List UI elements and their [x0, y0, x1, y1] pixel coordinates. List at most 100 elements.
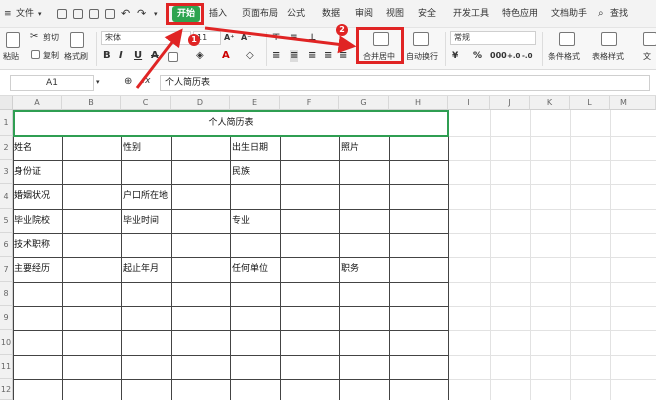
cell-id-label[interactable]: 身份证 [14, 160, 41, 184]
align-middle-icon[interactable]: ≡ [290, 32, 298, 44]
cell-gender-label[interactable]: 性别 [123, 136, 141, 160]
paste-label[interactable]: 粘贴 [3, 51, 19, 62]
column-header[interactable]: C [121, 96, 171, 110]
row-header[interactable]: 4 [0, 184, 13, 209]
format-painter-button[interactable]: 格式刷 [64, 51, 88, 62]
copy-button[interactable]: 复制 [43, 50, 59, 61]
cell-marital-label[interactable]: 婚姻状况 [14, 184, 50, 209]
table-style-button[interactable]: 表格样式 [592, 51, 624, 62]
row-header[interactable]: 11 [0, 355, 13, 379]
row-header[interactable]: 8 [0, 282, 13, 306]
column-header[interactable]: A [13, 96, 62, 110]
column-header[interactable]: K [530, 96, 570, 110]
file-menu[interactable]: 文件 [16, 0, 34, 28]
column-header[interactable]: H [389, 96, 448, 110]
undo-icon[interactable]: ↶ [121, 0, 130, 28]
row-header[interactable]: 2 [0, 136, 13, 160]
wrap-text-icon[interactable] [413, 32, 429, 46]
row-header[interactable]: 1 [0, 110, 13, 136]
column-header[interactable]: G [339, 96, 389, 110]
font-color-icon[interactable]: A [222, 50, 230, 62]
align-left-icon[interactable]: ≡ [272, 50, 280, 62]
tab-doc-assistant[interactable]: 文档助手 [551, 0, 587, 28]
italic-icon[interactable]: I [119, 50, 123, 62]
tab-review[interactable]: 审阅 [355, 0, 373, 28]
cell-birth-label[interactable]: 出生日期 [232, 136, 268, 160]
row-header[interactable]: 7 [0, 257, 13, 282]
decrease-decimal-icon[interactable]: -.0 [522, 50, 532, 62]
cell-experience-label[interactable]: 主要经历 [14, 257, 50, 282]
row-header[interactable]: 12 [0, 379, 13, 400]
name-box[interactable]: A1 [10, 75, 94, 91]
fill-color-icon[interactable]: ◈ [196, 50, 204, 62]
redo-icon[interactable]: ↷ [137, 0, 146, 28]
formula-input[interactable]: 个人简历表 [160, 75, 650, 91]
cell-position-label[interactable]: 职务 [341, 257, 359, 282]
tab-security[interactable]: 安全 [418, 0, 436, 28]
name-box-dropdown-icon[interactable]: ▾ [96, 78, 100, 86]
doc-icon[interactable] [643, 32, 656, 46]
cell-grad-time-label[interactable]: 毕业时间 [123, 209, 159, 233]
tab-insert[interactable]: 插入 [209, 0, 227, 28]
column-header[interactable]: B [62, 96, 121, 110]
strikethrough-icon[interactable]: A [151, 50, 159, 62]
cell-period-label[interactable]: 起止年月 [123, 257, 159, 282]
tab-page-layout[interactable]: 页面布局 [242, 0, 278, 28]
percent-icon[interactable]: % [473, 50, 482, 62]
row-header[interactable]: 3 [0, 160, 13, 184]
column-header[interactable]: E [230, 96, 280, 110]
align-bottom-icon[interactable]: ⊥ [308, 32, 316, 44]
search-icon[interactable]: ⌕ [598, 0, 604, 28]
column-header[interactable]: D [171, 96, 230, 110]
tab-formula[interactable]: 公式 [287, 0, 305, 28]
cell-employer-label[interactable]: 任何单位 [232, 257, 268, 282]
column-header[interactable]: F [280, 96, 339, 110]
fx-icon[interactable]: fx [142, 76, 151, 86]
cell-name-label[interactable]: 姓名 [14, 136, 32, 160]
column-header[interactable]: M [610, 96, 656, 110]
cut-button[interactable]: 剪切 [43, 32, 59, 43]
select-all-corner[interactable] [0, 96, 13, 110]
zoom-icon[interactable]: ⊕ [124, 76, 132, 87]
column-header[interactable]: J [490, 96, 530, 110]
paste-icon[interactable] [6, 32, 20, 48]
number-format-select[interactable]: 常规 [450, 31, 536, 45]
format-painter-icon[interactable] [70, 32, 84, 48]
conditional-format-button[interactable]: 条件格式 [548, 51, 580, 62]
wrap-text-button[interactable]: 自动换行 [406, 51, 438, 62]
increase-decimal-icon[interactable]: +.0 [507, 50, 520, 62]
font-name-select[interactable]: 宋体 [101, 31, 191, 45]
doc-button[interactable]: 文 [643, 51, 651, 62]
underline-icon[interactable]: U [134, 50, 142, 62]
align-right-icon[interactable]: ≡ [308, 50, 316, 62]
conditional-format-icon[interactable] [559, 32, 575, 46]
resume-title-cell[interactable]: 个人简历表 [13, 110, 449, 137]
hamburger-icon[interactable]: ≡ [4, 0, 12, 28]
cell-title-label[interactable]: 技术职称 [14, 233, 50, 257]
align-top-icon[interactable]: ⊤ [272, 32, 280, 44]
cell-ethnicity-label[interactable]: 民族 [232, 160, 250, 184]
preview-icon[interactable] [105, 9, 115, 19]
row-header[interactable]: 10 [0, 330, 13, 355]
quick-access-dropdown-icon[interactable]: ▾ [154, 0, 158, 28]
print-icon[interactable] [89, 9, 99, 19]
cut-icon[interactable]: ✂ [30, 31, 38, 43]
justify-icon[interactable]: ≡ [324, 50, 332, 62]
tab-view[interactable]: 视图 [386, 0, 404, 28]
tab-data[interactable]: 数据 [322, 0, 340, 28]
bold-icon[interactable]: B [103, 50, 111, 62]
border-icon[interactable] [168, 52, 178, 62]
table-style-icon[interactable] [601, 32, 617, 46]
column-header[interactable]: L [570, 96, 610, 110]
copy-icon[interactable] [31, 50, 40, 59]
row-header[interactable]: 5 [0, 209, 13, 233]
thousands-icon[interactable]: 000 [490, 50, 507, 62]
align-center-icon[interactable]: ≡ [290, 50, 299, 62]
font-shrink-icon[interactable]: A⁻ [241, 32, 251, 44]
chevron-down-icon[interactable]: ▾ [38, 0, 42, 28]
search-label[interactable]: 查找 [610, 0, 628, 28]
distributed-icon[interactable]: ≡ [339, 50, 347, 62]
row-header[interactable]: 6 [0, 233, 13, 257]
cell-major-label[interactable]: 专业 [232, 209, 250, 233]
font-grow-icon[interactable]: A⁺ [224, 32, 234, 44]
